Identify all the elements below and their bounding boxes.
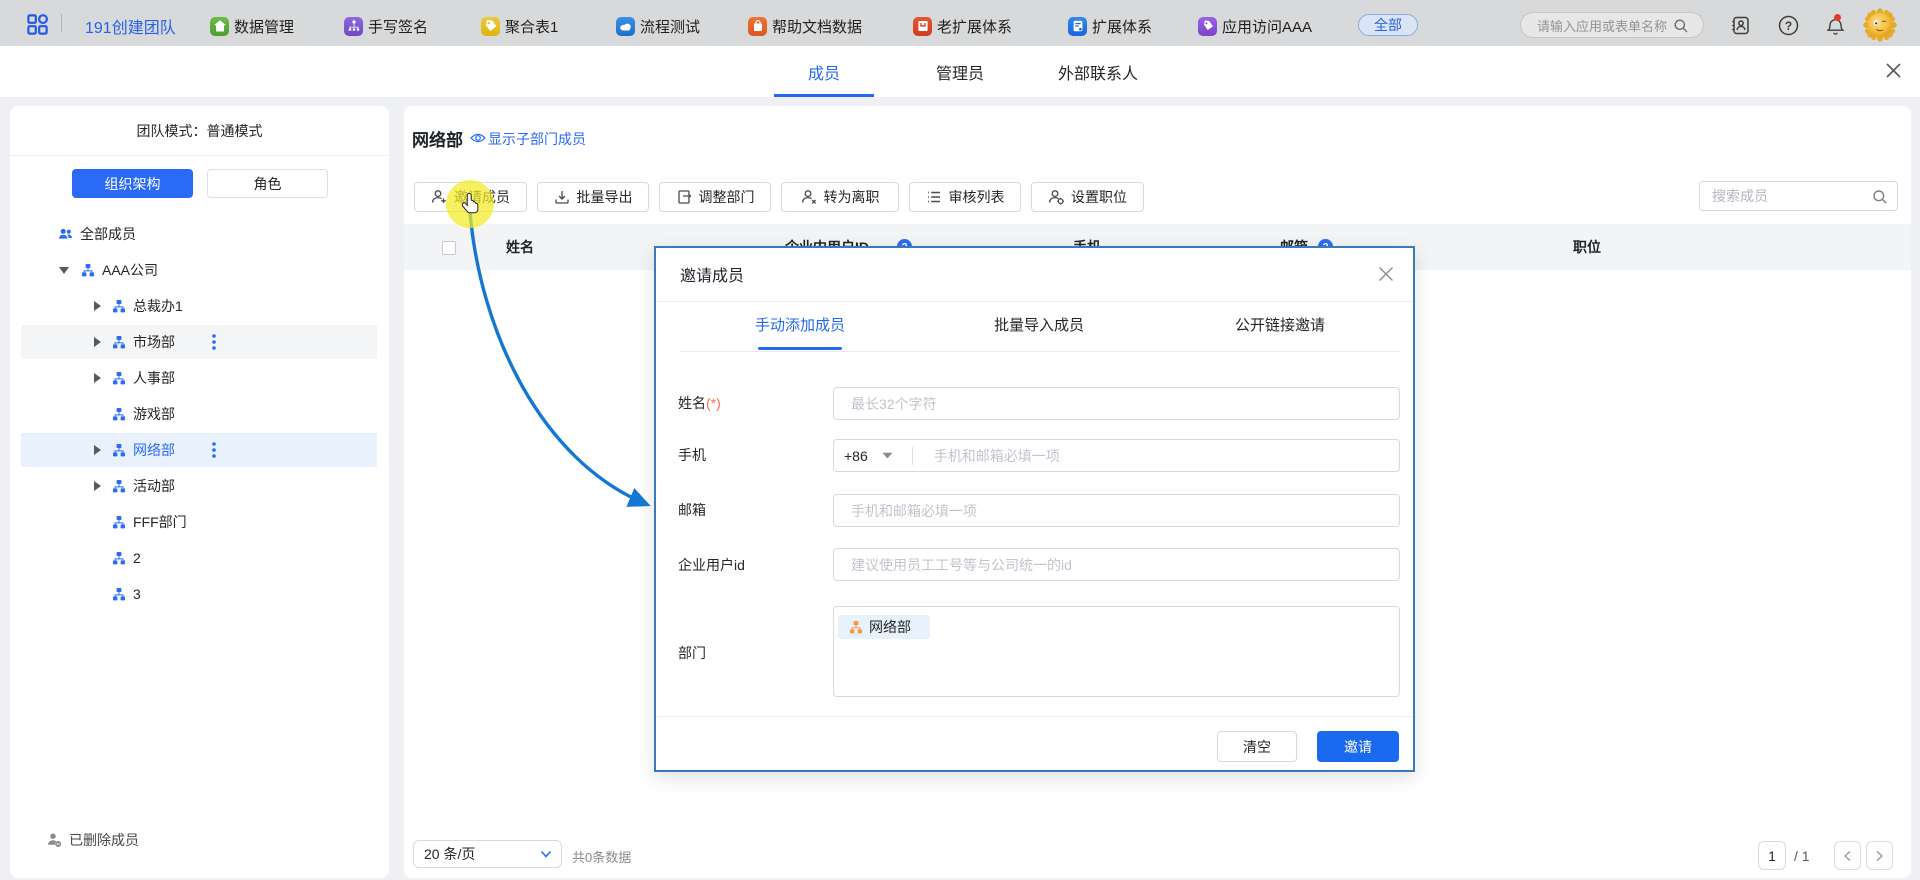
svg-text:?: ?	[1785, 19, 1792, 33]
